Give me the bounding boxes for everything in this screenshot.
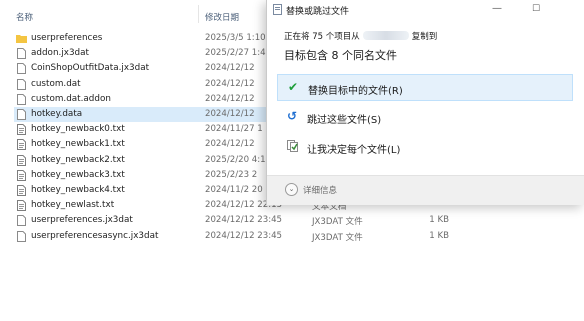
file-date: 2024/12/12 [205,78,255,89]
file-icon [17,93,26,105]
file-row[interactable]: userpreferences.jx3dat 2024/12/12 23:45 JX… [14,213,584,228]
dialog-title: 替换或跳过文件 [286,7,350,17]
file-date: 2025/2/27 1:4 [205,48,266,59]
text-file-icon [17,200,26,212]
file-name: userpreferences [31,33,103,43]
text-file-icon [17,139,26,151]
file-date: 2024/12/12 23:45 [205,230,283,241]
file-name: custom.dat [31,78,81,89]
file-icon [17,78,26,90]
file-date: 2024/12/12 23:45 [205,215,283,226]
text-file-icon [17,185,26,196]
replace-or-skip-dialog: 替换或跳过文件 — ☐ 正在将 75 个项目从 复制到 目标包含 8 个同名文件 … [266,0,584,205]
details-toggle-label[interactable]: 详细信息 [303,184,337,196]
file-name: userpreferencesasync.jx3dat [31,230,159,241]
text-file-icon [17,124,26,136]
file-icon [17,48,26,60]
file-date: 2024/12/12 [205,109,255,119]
details-bar: ⌄ 详细信息 [267,175,584,205]
file-name: hotkey.data [31,109,83,119]
minimize-button[interactable]: — [490,2,504,16]
file-name: custom.dat.addon [31,93,111,104]
file-icon [17,230,26,242]
copy-icon [273,4,282,15]
skip-files-label: 跳过这些文件(S) [307,115,382,126]
file-date: 2025/2/23 2 [205,169,258,180]
file-date: 2024/11/2 20 [205,185,263,195]
progress-prefix: 正在将 75 个项目从 [284,32,360,42]
file-date: 2024/12/12 [205,93,255,104]
file-date: 2024/12/12 [205,63,255,74]
progress-text: 正在将 75 个项目从 复制到 [284,30,437,42]
file-name: hotkey_newback3.txt [31,169,125,180]
file-icon [17,109,26,120]
column-date-header[interactable]: 修改日期 [205,11,239,23]
file-size: 1 KB [429,215,449,226]
file-icon [17,63,26,75]
column-divider[interactable] [198,5,199,23]
dialog-titlebar[interactable]: 替换或跳过文件 — ☐ [267,0,584,20]
file-name: hotkey_newback1.txt [31,139,125,150]
file-row[interactable]: hotkey.data 2024/12/12 [14,107,276,122]
decide-each-file-option[interactable]: 让我决定每个文件(L) [277,134,573,161]
file-type: JX3DAT 文件 [312,217,363,228]
dialog-heading: 目标包含 8 个同名文件 [284,49,397,62]
file-name: hotkey_newback2.txt [31,154,125,165]
progress-suffix: 复制到 [411,32,438,42]
file-name: CoinShopOutfitData.jx3dat [31,63,150,74]
decide-icon [287,140,298,152]
file-row[interactable]: userpreferencesasync.jx3dat 2024/12/12 23… [14,229,584,244]
text-file-icon [17,169,26,181]
file-date: 2024/12/12 [205,139,255,150]
source-path-redacted [362,31,409,40]
file-name: userpreferences.jx3dat [31,215,133,226]
folder-icon [16,35,27,43]
file-name: hotkey_newlast.txt [31,200,115,211]
replace-files-option[interactable]: ✔ 替换目标中的文件(R) [277,74,573,101]
column-name-header[interactable]: 名称 [16,11,33,23]
file-name: hotkey_newback0.txt [31,124,125,135]
file-size: 1 KB [429,230,449,241]
maximize-button[interactable]: ☐ [529,2,543,16]
file-name: addon.jx3dat [31,48,89,59]
file-type: JX3DAT 文件 [312,232,363,243]
checkmark-icon: ✔ [288,80,299,94]
file-icon [17,215,26,227]
file-date: 2025/3/5 1:10 [205,33,266,43]
file-name: hotkey_newback4.txt [31,185,125,195]
skip-files-option[interactable]: ↺ 跳过这些文件(S) [277,104,573,131]
replace-files-label: 替换目标中的文件(R) [308,86,403,97]
decide-each-file-label: 让我决定每个文件(L) [307,145,401,156]
skip-icon: ↺ [287,109,298,123]
text-file-icon [17,154,26,166]
file-date: 2025/2/20 4:1 [205,154,266,165]
file-date: 2024/11/27 1 [205,124,263,135]
chevron-down-icon[interactable]: ⌄ [285,183,298,196]
